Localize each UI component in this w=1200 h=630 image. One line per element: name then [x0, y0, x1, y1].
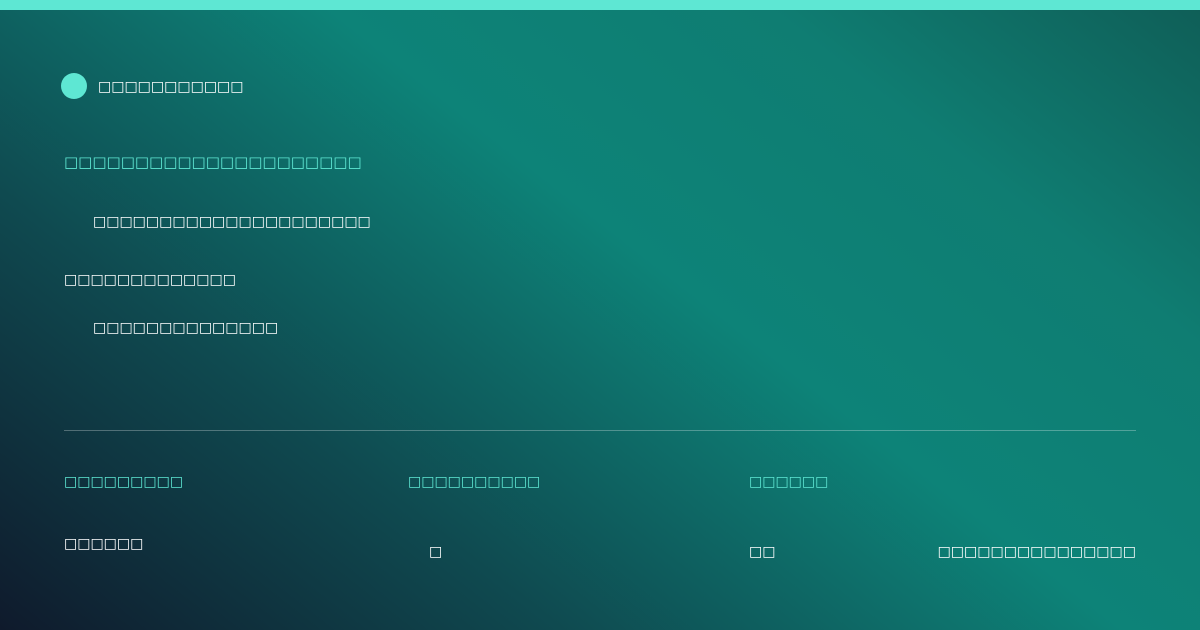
brand-logo-icon [61, 73, 87, 99]
footer-note: □□□□□□□□□□□□□□□ [937, 544, 1136, 560]
footer-column-value-2: □ [429, 544, 443, 560]
subline-secondary: □□□□□□□□□□□□□□ [93, 320, 279, 336]
footer-column-value-3: □□ [749, 544, 776, 560]
brand-name: □□□□□□□□□□□ [98, 79, 244, 95]
footer-column-label-3: □□□□□□ [749, 474, 829, 490]
footer-divider [64, 430, 1136, 431]
headline-secondary: □□□□□□□□□□□□□ [64, 272, 236, 288]
footer-column-label-2: □□□□□□□□□□ [408, 474, 541, 490]
subline-primary: □□□□□□□□□□□□□□□□□□□□□ [93, 214, 371, 230]
top-accent-bar [0, 0, 1200, 10]
footer-column-value-1: □□□□□□ [64, 536, 144, 552]
footer-column-label-1: □□□□□□□□□ [64, 474, 184, 490]
headline-primary: □□□□□□□□□□□□□□□□□□□□□ [64, 153, 362, 171]
